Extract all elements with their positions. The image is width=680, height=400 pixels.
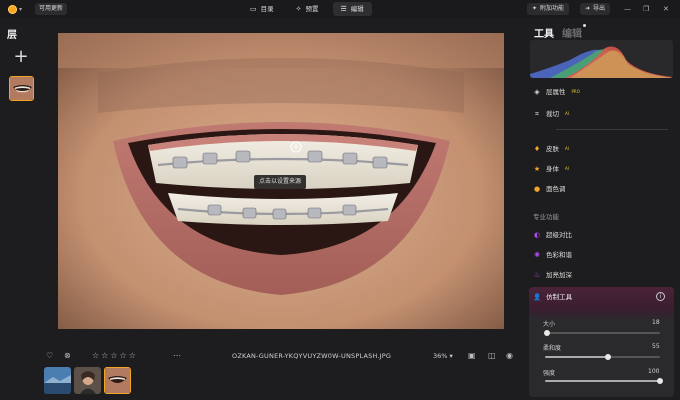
clone-tool-header[interactable]: 👤 仿制工具 [533,291,572,303]
tab-edit-label: 编辑 [350,5,364,13]
layers-props-icon: ◈ [534,88,540,96]
ai-badge: AI [565,111,569,116]
skin-icon: ♦ [533,145,541,153]
edit-icon: ☰ [340,5,347,13]
slider-label-strength: 强度 [543,370,556,377]
filmstrip-thumbnail[interactable] [74,367,101,394]
restore-icon[interactable]: ❐ [643,3,649,15]
tool-label: 裁切 [546,110,559,118]
clone-tool-title: 仿制工具 [546,293,573,301]
extras-button[interactable]: ✦ 附加功能 [527,3,570,15]
star-icon[interactable]: ☆ [120,351,129,360]
add-layer-button[interactable]: + [11,48,31,68]
catalog-icon: ▭ [250,5,257,13]
slider-softness[interactable] [545,356,660,358]
tool-label: 色彩和谐 [546,251,572,259]
info-icon[interactable]: i [656,292,665,301]
zoom-value: 36% [433,352,448,360]
eye-icon[interactable]: ◉ [506,351,513,361]
slider-value-softness: 55 [652,343,660,350]
compare-icon[interactable]: ▣ [468,351,476,361]
app-logo-menu[interactable]: ▾ [8,3,28,15]
tool-crop[interactable]: ⌗ 裁切 AI [533,108,569,120]
star-icon[interactable]: ☆ [110,351,119,360]
ai-badge: AI [565,166,569,171]
body-icon: ★ [533,165,541,173]
slider-fill [545,380,660,382]
favorite-icon[interactable]: ♡ [46,351,53,361]
tool-label: 身体 [546,165,559,173]
tool-label: 加亮加深 [546,271,572,279]
reject-icon[interactable]: ⊗ [64,351,71,361]
tab-presets-label: 预置 [305,5,319,13]
minimize-icon[interactable]: — [624,3,631,15]
split-view-icon[interactable]: ◫ [488,351,496,361]
layer-thumbnail[interactable] [9,76,34,101]
tool-skin[interactable]: ♦ 皮肤 AI [533,143,569,155]
extras-label: 附加功能 [540,5,565,12]
star-icon[interactable]: ☆ [92,351,101,360]
export-icon: ➜ [585,5,591,12]
sun-logo-icon [8,4,17,14]
crop-icon: ⌗ [535,110,539,118]
star-icon[interactable]: ☆ [101,351,110,360]
slider-strength[interactable] [545,380,660,382]
contrast-icon: ◐ [533,231,541,239]
star-icon[interactable]: ☆ [129,351,138,360]
tab-tools[interactable]: 工具 [534,25,554,40]
tab-catalog[interactable]: ▭ 目录 [242,2,282,16]
slider-label-size: 大小 [543,321,556,328]
filmstrip-thumbnail[interactable] [44,367,71,394]
rating-stars[interactable]: ☆☆☆☆☆ [92,351,138,361]
filmstrip-thumbnail-active[interactable] [104,367,131,394]
more-options-icon[interactable]: ⋯ [173,351,181,361]
slider-fill [545,356,609,358]
tab-edit[interactable]: ☰ 编辑 [332,2,372,16]
tool-label: 层属性 [546,88,566,96]
slider-value-strength: 100 [648,368,660,375]
export-label: 导出 [593,5,606,12]
layers-title: 层 [7,30,17,41]
harmony-icon: ✺ [534,251,540,259]
mode-tabs: ▭ 目录 ✧ 预置 ☰ 编辑 [242,2,372,16]
slider-size[interactable] [545,332,660,334]
tool-label: 面色调 [546,185,566,193]
tool-dodge-burn[interactable]: ♨ 加亮加深 [533,269,572,281]
tab-presets[interactable]: ✧ 预置 [288,2,327,16]
section-pro-features: 专业功能 [533,213,559,221]
chevron-down-icon: ▾ [19,5,23,13]
export-button[interactable]: ➜ 导出 [580,3,611,15]
tool-label: 皮肤 [546,145,559,153]
notification-dot [583,24,586,27]
histogram [530,40,673,78]
sparkle-icon: ✦ [532,5,538,12]
zoom-level[interactable]: 36% ▾ [433,352,453,360]
close-icon[interactable]: ✕ [663,3,669,15]
tool-color-harmony[interactable]: ✺ 色彩和谐 [533,249,572,261]
file-name: OZKAN-GUNER-YKQYVUYZW0W-UNSPLASH.JPG [232,352,392,360]
face-tone-icon: ● [533,185,541,193]
tool-label: 超级对比 [546,231,572,239]
ai-badge: AI [565,146,569,151]
slider-value-size: 18 [652,319,660,326]
canvas-tooltip: 点击以设置来源 [254,175,307,189]
presets-icon: ✧ [295,5,302,13]
tool-face-tone[interactable]: ● 面色调 [533,183,566,195]
tool-layer-properties[interactable]: ◈ 层属性 PRO [533,86,580,98]
person-icon: 👤 [533,293,542,301]
tool-body[interactable]: ★ 身体 AI [533,163,569,175]
tab-panel-edit[interactable]: 编辑 [562,25,582,40]
tool-super-contrast[interactable]: ◐ 超级对比 [533,229,572,241]
slider-label-softness: 柔和度 [543,345,562,352]
dodge-burn-icon: ♨ [533,271,541,279]
pro-badge: PRO [571,89,580,94]
update-available-button[interactable]: 可用更新 [35,3,68,15]
slider-thumb-strength[interactable] [657,378,663,384]
divider [556,129,668,130]
tab-catalog-label: 目录 [260,5,274,13]
